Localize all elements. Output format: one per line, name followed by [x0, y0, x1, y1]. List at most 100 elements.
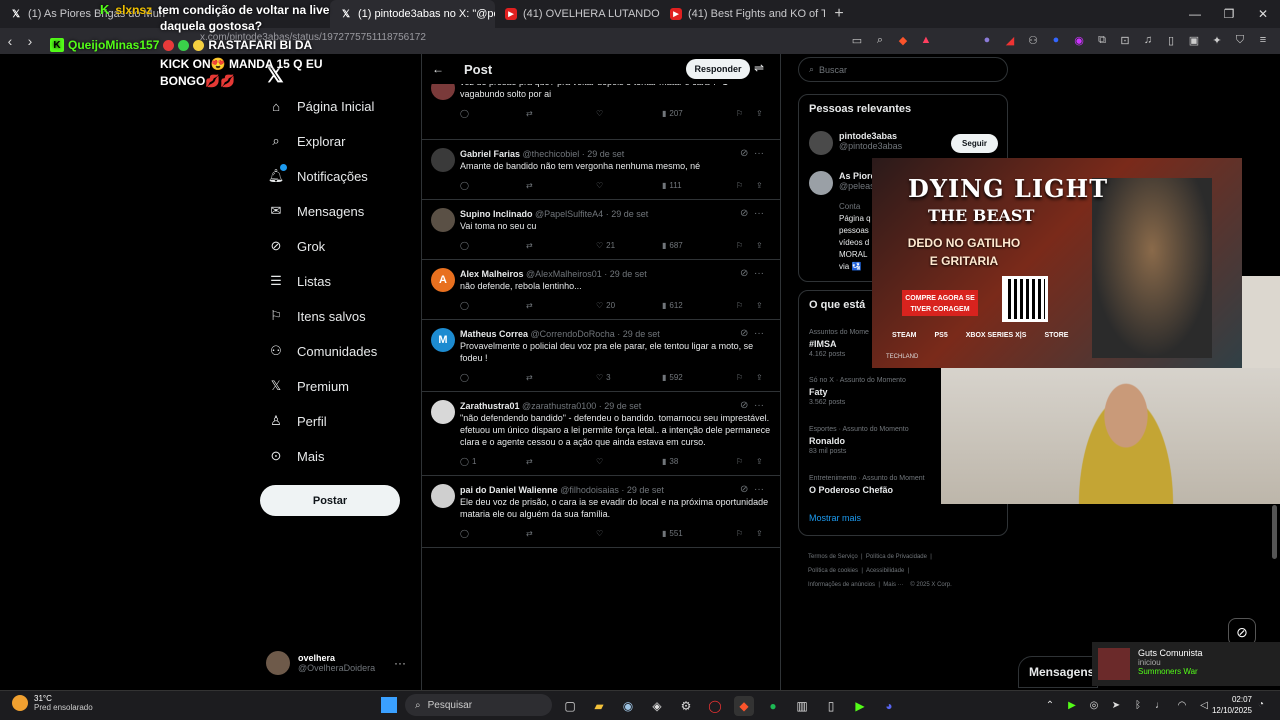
forward-icon[interactable]: › — [20, 33, 40, 49]
bookmark-icon[interactable]: ⚐ — [736, 529, 756, 538]
tweet-date[interactable]: 29 de set — [627, 485, 664, 495]
grok-icon[interactable]: ⊘ — [740, 328, 748, 339]
repost-action[interactable]: ⇄ — [526, 109, 596, 118]
author-name[interactable]: Alex Malheiros — [460, 269, 524, 279]
footer-link[interactable]: Política de cookies — [808, 568, 858, 574]
avatar[interactable]: M — [431, 328, 455, 352]
author-name[interactable]: pai do Daniel Walienne — [460, 485, 558, 495]
footer-link[interactable]: Acessibilidade — [866, 568, 904, 574]
footer-link[interactable]: Informações de anúncios — [808, 582, 875, 588]
file-icon[interactable]: ▯ — [821, 696, 841, 716]
reply-action[interactable]: ◯ — [460, 301, 526, 310]
zoom-icon[interactable]: ⌕ — [873, 33, 887, 47]
app-icon[interactable]: ▶ — [1065, 698, 1079, 712]
trend-item[interactable]: Esportes · Assunto do Momento Ronaldo 83 m… — [809, 426, 909, 455]
share-icon[interactable]: ⇪ — [756, 373, 763, 382]
sidebar-item-profile[interactable]: ♙ Perfil — [268, 413, 326, 429]
more-dots-icon[interactable]: ··· — [394, 656, 406, 670]
weather-widget[interactable]: 31°C Pred ensolarado — [12, 694, 93, 712]
windows-start-icon[interactable] — [381, 697, 397, 713]
reply-action[interactable]: ◯ — [460, 109, 526, 118]
grok-icon[interactable]: ⊘ — [740, 148, 748, 159]
author-handle[interactable]: @CorrendoDoRocha — [531, 329, 615, 339]
vpn-icon[interactable]: ⛉ — [1233, 33, 1247, 47]
sidebar-item-notifications[interactable]: 🔔︎ Notificações — [268, 164, 368, 184]
grok-icon[interactable]: ⊘ — [740, 400, 748, 411]
messages-drawer[interactable]: Mensagens — [1018, 656, 1098, 688]
avatar[interactable]: A — [431, 268, 455, 292]
views-action[interactable]: ▮ 207 — [662, 109, 736, 118]
views-action[interactable]: ▮ 612 — [662, 301, 736, 310]
more-dots-icon[interactable]: ··· — [754, 400, 764, 411]
tweet-date[interactable]: 29 de set — [610, 269, 647, 279]
reply-tweet[interactable]: Supino Inclinado @PapelSulfiteA4 · 29 de… — [422, 200, 780, 260]
wifi-icon[interactable]: ◠ — [1175, 698, 1189, 712]
sidebar-icon[interactable]: ▯ — [1164, 33, 1178, 47]
avatar[interactable] — [431, 148, 455, 172]
like-action[interactable]: ♡ — [596, 529, 662, 538]
author-name[interactable]: Gabriel Farias — [460, 149, 520, 159]
bell-icon[interactable]: ◔ — [1258, 699, 1264, 710]
extension-icon[interactable]: ◉ — [1072, 33, 1086, 47]
leo-icon[interactable]: ✦ — [1210, 33, 1224, 47]
like-action[interactable]: ♡ — [596, 181, 662, 190]
grok-icon[interactable]: ⊘ — [740, 268, 748, 279]
music-icon[interactable]: ♫ — [1141, 33, 1155, 47]
author-handle[interactable]: @thechicobiel — [523, 149, 580, 159]
extension-icon[interactable]: ● — [1049, 33, 1063, 47]
brave-shield-icon[interactable]: ◆ — [896, 33, 910, 47]
sidebar-item-bookmarks[interactable]: ⚐ Itens salvos — [268, 308, 365, 324]
extension-icon[interactable]: ● — [980, 33, 994, 47]
views-action[interactable]: ▮ 687 — [662, 241, 736, 250]
share-icon[interactable]: ⇪ — [756, 529, 763, 538]
brave-icon[interactable]: ◆ — [734, 696, 754, 716]
mic-icon[interactable]: ♩ — [1153, 698, 1167, 712]
sidebar-item-lists[interactable]: ☰ Listas — [268, 273, 331, 289]
avatar[interactable] — [431, 484, 455, 508]
share-icon[interactable]: ⇪ — [756, 301, 763, 310]
like-action[interactable]: ♡ 21 — [596, 241, 662, 250]
reply-tweet[interactable]: M Matheus Correa @CorrendoDoRocha · 29 de… — [422, 320, 780, 392]
share-icon[interactable]: ⇪ — [756, 109, 763, 118]
bookmark-icon[interactable]: ⚐ — [736, 301, 756, 310]
task-view-icon[interactable]: ▢ — [560, 696, 580, 716]
grok-icon[interactable]: ⊘ — [740, 484, 748, 495]
bluetooth-icon[interactable]: ᛒ — [1131, 698, 1145, 712]
like-action[interactable]: ♡ 20 — [596, 301, 662, 310]
app-icon[interactable]: ⚙ — [676, 696, 696, 716]
minimize-icon[interactable]: — — [1178, 0, 1212, 28]
steam-icon[interactable]: ◉ — [618, 696, 638, 716]
like-action[interactable]: ♡ — [596, 109, 662, 118]
rewards-icon[interactable]: ▲ — [919, 33, 933, 47]
scrollbar[interactable] — [1272, 505, 1277, 559]
browser-tab[interactable]: ▶ (41) Best Fights and KO of TOP DOG — [660, 0, 825, 28]
discord-icon[interactable]: ◕ — [879, 696, 899, 716]
reply-action[interactable]: ◯ 1 — [460, 457, 526, 466]
repost-action[interactable]: ⇄ — [526, 181, 596, 190]
bookmark-icon[interactable]: ⚐ — [736, 373, 756, 382]
browser-tab-active[interactable]: 𝕏(1) pintode3abas no X: "@peleas✕ — [330, 0, 495, 28]
new-tab-button[interactable]: + — [825, 5, 853, 23]
author-handle[interactable]: @AlexMalheiros01 — [526, 269, 602, 279]
reply-tweet[interactable]: Zarathustra01 @zarathustra0100 · 29 de s… — [422, 392, 780, 476]
extension-icon[interactable]: ◢ — [1003, 33, 1017, 47]
person-item[interactable]: pintode3abas @pintode3abas — [809, 131, 902, 155]
reply-tweet[interactable]: A Alex Malheiros @AlexMalheiros01 · 29 de… — [422, 260, 780, 320]
avatar[interactable] — [431, 208, 455, 232]
reply-action[interactable]: ◯ — [460, 529, 526, 538]
bookmark-icon[interactable]: ⚐ — [736, 457, 756, 466]
share-icon[interactable]: ⇪ — [756, 457, 763, 466]
tweet-date[interactable]: 29 de set — [587, 149, 624, 159]
show-more-link[interactable]: Mostrar mais — [809, 513, 861, 523]
views-action[interactable]: ▮ 592 — [662, 373, 736, 382]
author-handle[interactable]: @zarathustra0100 — [522, 401, 596, 411]
filter-icon[interactable]: ⇌ — [754, 61, 764, 75]
browser-tab[interactable]: ▶ (41) OVELHERA LUTANDO BOXE KKK — [495, 0, 660, 28]
screenshot-icon[interactable]: ⊡ — [1118, 33, 1132, 47]
share-icon[interactable]: ⇪ — [756, 241, 763, 250]
author-handle[interactable]: @PapelSulfiteA4 — [535, 209, 603, 219]
sidebar-item-explore[interactable]: ⌕ Explorar — [268, 133, 345, 149]
folder-icon[interactable]: ▰ — [589, 696, 609, 716]
activity-toast[interactable]: Guts Comunista iniciou Summoners War — [1092, 642, 1280, 686]
views-action[interactable]: ▮ 111 — [662, 181, 736, 190]
